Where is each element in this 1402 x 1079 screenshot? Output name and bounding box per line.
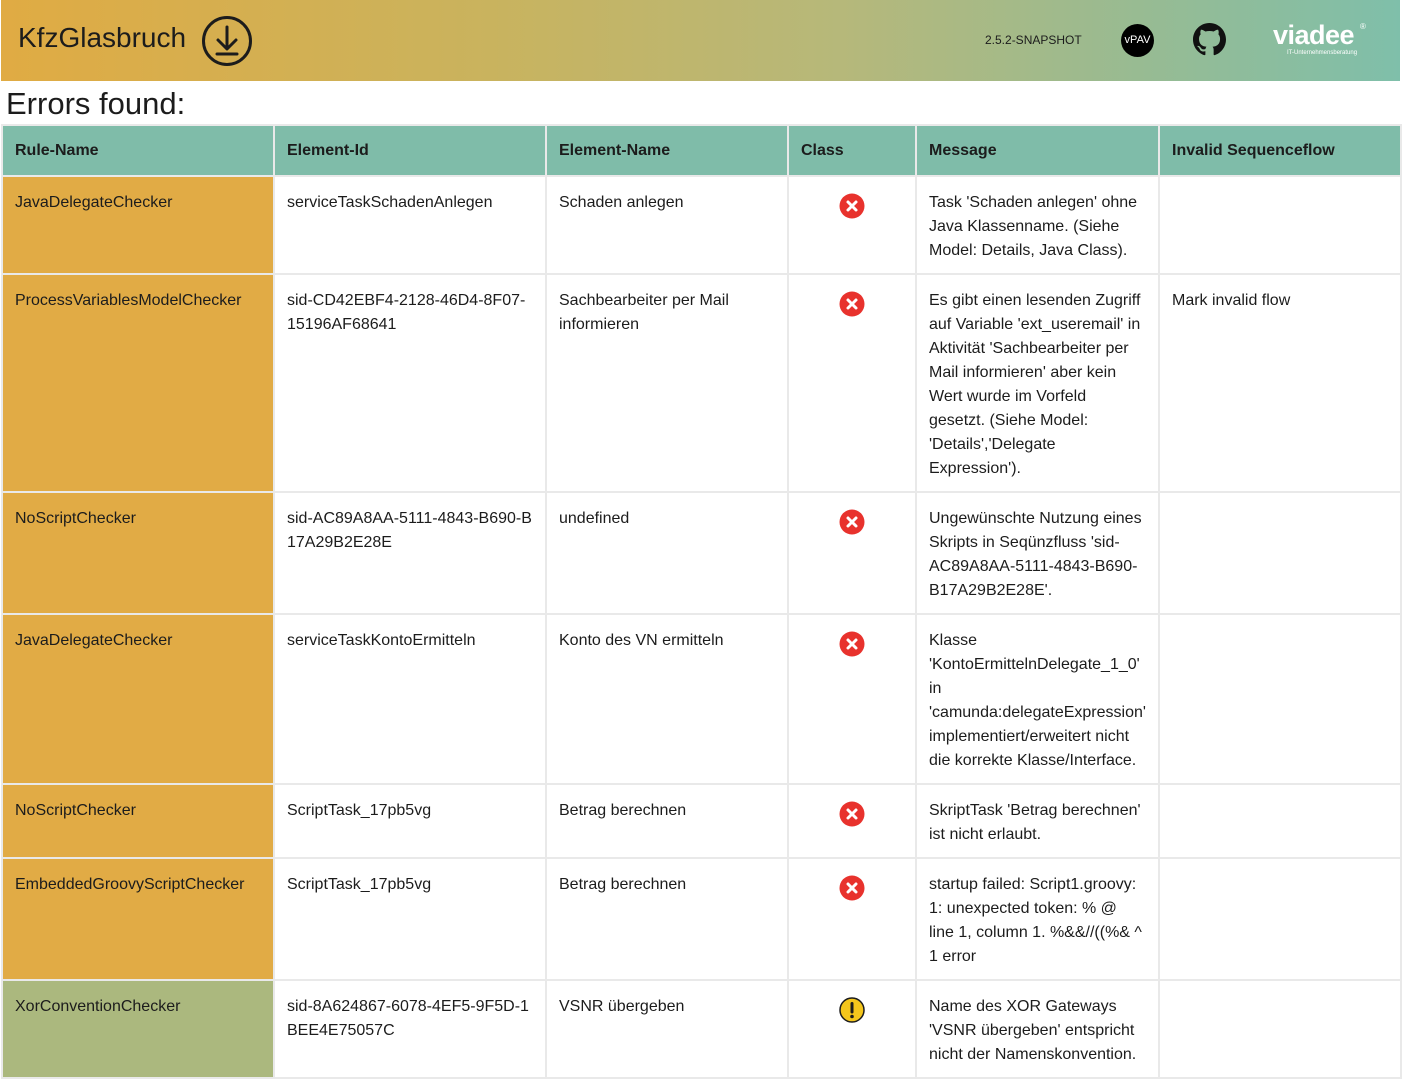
rule-name-cell: NoScriptChecker [1,783,275,859]
rule-name-cell: ProcessVariablesModelChecker [1,273,275,493]
warning-icon [839,997,865,1023]
download-icon[interactable] [201,15,253,67]
invalid-sequenceflow-cell [1158,857,1402,981]
table-row: ProcessVariablesModelChecker sid-CD42EBF4… [1,273,1402,493]
invalid-sequenceflow-cell [1158,491,1402,615]
app-header: KfzGlasbruch 2.5.2-SNAPSHOT vPAV viadee … [1,0,1400,81]
error-icon [839,509,865,535]
class-cell [787,491,917,615]
table-row: JavaDelegateChecker serviceTaskKontoErmit… [1,613,1402,785]
element-id-cell: serviceTaskKontoErmitteln [273,613,547,785]
column-header-message[interactable]: Message [915,124,1160,177]
element-id-cell: ScriptTask_17pb5vg [273,783,547,859]
element-id-cell: sid-AC89A8AA-5111-4843-B690-B17A29B2E28E [273,491,547,615]
rule-name-cell: NoScriptChecker [1,491,275,615]
message-cell: Task 'Schaden anlegen' ohne Java Klassen… [915,175,1160,275]
class-cell [787,857,917,981]
element-name-cell: Sachbearbeiter per Mail informieren [545,273,789,493]
element-name-cell: Schaden anlegen [545,175,789,275]
error-icon [839,631,865,657]
github-icon[interactable] [1193,23,1226,56]
message-cell: Es gibt einen lesenden Zugriff auf Varia… [915,273,1160,493]
rule-name-cell: JavaDelegateChecker [1,175,275,275]
table-header-row: Rule-Name Element-Id Element-Name Class … [1,124,1402,177]
viadee-logo[interactable]: viadee ® IT-Unternehmensberatung [1273,20,1366,56]
error-icon [839,193,865,219]
vpav-logo[interactable]: vPAV [1121,24,1154,57]
error-icon [839,875,865,901]
message-cell: Klasse 'KontoErmittelnDelegate_1_0' in '… [915,613,1160,785]
element-name-cell: Betrag berechnen [545,783,789,859]
class-cell [787,613,917,785]
class-cell [787,979,917,1079]
errors-table: Rule-Name Element-Id Element-Name Class … [1,124,1402,1079]
table-row: XorConventionChecker sid-8A624867-6078-4E… [1,979,1402,1079]
table-row: JavaDelegateChecker serviceTaskSchadenAnl… [1,175,1402,275]
table-row: EmbeddedGroovyScriptChecker ScriptTask_17… [1,857,1402,981]
rule-name-cell: JavaDelegateChecker [1,613,275,785]
element-name-cell: undefined [545,491,789,615]
class-cell [787,273,917,493]
column-header-invalid-sequenceflow[interactable]: Invalid Sequenceflow [1158,124,1402,177]
table-row: NoScriptChecker ScriptTask_17pb5vg Betrag … [1,783,1402,859]
element-name-cell: Konto des VN ermitteln [545,613,789,785]
version-label: 2.5.2-SNAPSHOT [985,33,1082,47]
element-name-cell: VSNR übergeben [545,979,789,1079]
app-title: KfzGlasbruch [18,22,187,53]
class-cell [787,783,917,859]
invalid-sequenceflow-cell [1158,175,1402,275]
invalid-sequenceflow-cell [1158,783,1402,859]
invalid-sequenceflow-cell[interactable]: Mark invalid flow [1158,273,1402,493]
rule-name-cell: EmbeddedGroovyScriptChecker [1,857,275,981]
column-header-rule-name[interactable]: Rule-Name [1,124,275,177]
table-body: JavaDelegateChecker serviceTaskSchadenAnl… [1,175,1402,1079]
column-header-element-id[interactable]: Element-Id [273,124,547,177]
column-header-class[interactable]: Class [787,124,917,177]
message-cell: SkriptTask 'Betrag berechnen' ist nicht … [915,783,1160,859]
error-icon [839,801,865,827]
rule-name-cell: XorConventionChecker [1,979,275,1079]
viadee-wordmark: viadee [1273,20,1355,50]
message-cell: startup failed: Script1.groovy: 1: unexp… [915,857,1160,981]
error-icon [839,291,865,317]
table-row: NoScriptChecker sid-AC89A8AA-5111-4843-B6… [1,491,1402,615]
message-cell: Ungewünschte Nutzung eines Skripts in Se… [915,491,1160,615]
element-id-cell: ScriptTask_17pb5vg [273,857,547,981]
column-header-element-name[interactable]: Element-Name [545,124,789,177]
element-id-cell: serviceTaskSchadenAnlegen [273,175,547,275]
viadee-tagline: IT-Unternehmensberatung [1287,50,1358,56]
message-cell: Name des XOR Gateways 'VSNR übergeben' e… [915,979,1160,1079]
element-id-cell: sid-CD42EBF4-2128-46D4-8F07-15196AF68641 [273,273,547,493]
invalid-sequenceflow-cell [1158,979,1402,1079]
invalid-sequenceflow-cell [1158,613,1402,785]
registered-mark: ® [1360,22,1366,31]
element-name-cell: Betrag berechnen [545,857,789,981]
class-cell [787,175,917,275]
page-title: Errors found: [6,86,186,121]
element-id-cell: sid-8A624867-6078-4EF5-9F5D-1BEE4E75057C [273,979,547,1079]
